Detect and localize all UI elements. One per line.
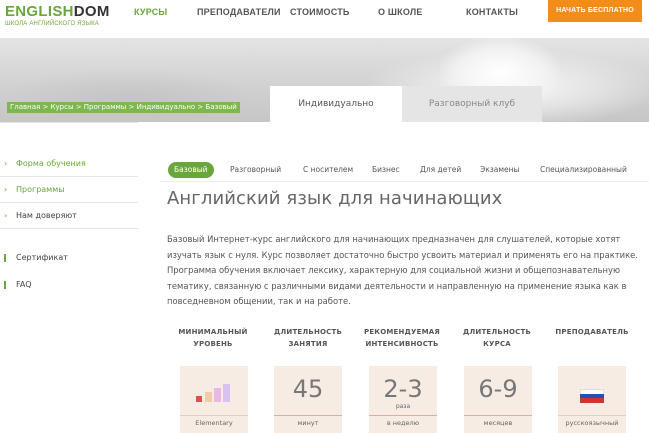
sidebar-item-study-form[interactable]: › Форма обучения (0, 152, 138, 176)
subtab-basic[interactable]: Базовый (168, 162, 214, 178)
nav-item-pricing[interactable]: СТОИМОСТЬ (290, 7, 350, 17)
stat-label-min-level: МИНИМАЛЬНЫЙ УРОВЕНЬ (178, 328, 248, 348)
stat-underline (464, 415, 532, 416)
sidebar-item-label: Нам доверяют (16, 211, 77, 220)
stat-underline (369, 415, 437, 416)
subtab-specialized[interactable]: Специализированный (540, 162, 627, 178)
logo-part1: ENGLISH (5, 3, 74, 20)
stat-label-teacher: ПРЕПОДАВАТЕЛЬ (555, 328, 629, 336)
chevron-right-icon: › (4, 159, 8, 168)
sidebar-divider (0, 202, 138, 203)
stat-value: 6-9 (478, 375, 518, 403)
stat-footer: минут (297, 419, 319, 427)
stat-card-teacher: русскоязычный (558, 366, 626, 433)
stat-value: 2-3 (383, 375, 423, 403)
subtab-exams[interactable]: Экзамены (480, 162, 519, 178)
nav-item-courses[interactable]: КУРСЫ (134, 7, 167, 17)
stat-card-intensity: 2-3 раза в неделю (369, 366, 437, 433)
subtab-business[interactable]: Бизнес (372, 162, 400, 178)
sidebar-item-label: Сертификат (16, 253, 68, 262)
hero-background-shape (0, 68, 260, 122)
nav-item-about[interactable]: О ШКОЛЕ (378, 7, 423, 17)
sidebar-item-label: Программы (16, 185, 65, 194)
stat-footer: месяцев (483, 419, 513, 427)
bar-icon (4, 281, 6, 289)
breadcrumb[interactable]: Главная > Курсы > Программы > Индивидуал… (7, 102, 240, 113)
logo[interactable]: ENGLISHDOM ШКОЛА АНГЛИЙСКОГО ЯЗЫКА (5, 4, 110, 28)
stat-label-lesson-duration: ДЛИТЕЛЬНОСТЬ ЗАНЯТИЯ (273, 328, 343, 348)
chevron-right-icon: › (4, 211, 8, 220)
nav-item-teachers[interactable]: ПРЕПОДАВАТЕЛИ (197, 7, 281, 17)
sidebar-item-label: Форма обучения (16, 159, 86, 168)
bar-icon (4, 254, 6, 262)
stat-card-course-duration: 6-9 месяцев (464, 366, 532, 433)
level-bar (223, 384, 230, 402)
level-bar (214, 388, 221, 402)
sidebar-item-certificate[interactable]: Сертификат (0, 246, 138, 270)
level-bar (196, 396, 202, 402)
subtabs-divider (160, 181, 649, 182)
sidebar-divider (0, 228, 138, 229)
stat-label-course-duration: ДЛИТЕЛЬНОСТЬ КУРСА (462, 328, 532, 348)
stat-label-intensity: РЕКОМЕНДУЕМАЯ ИНТЕНСИВНОСТЬ (364, 328, 440, 348)
nav-item-contacts[interactable]: КОНТАКТЫ (466, 7, 518, 17)
page-title: Английский язык для начинающих (167, 188, 503, 209)
sidebar-item-trust[interactable]: › Нам доверяют (0, 204, 138, 228)
logo-part2: DOM (73, 3, 110, 20)
course-description: Базовый Интернет-курс английского для на… (167, 234, 638, 307)
subtab-conversational[interactable]: Разговорный (230, 162, 281, 178)
stat-card-min-level: Elementary (180, 366, 248, 433)
sidebar-item-faq[interactable]: FAQ (0, 273, 138, 297)
subtab-kids[interactable]: Для детей (420, 162, 461, 178)
sidebar-divider (0, 122, 138, 123)
level-bar (205, 392, 212, 402)
tab-individual[interactable]: Индивидуально (270, 86, 402, 122)
stat-card-lesson-duration: 45 минут (274, 366, 342, 433)
stat-underline (558, 415, 626, 416)
stat-unit: раза (395, 403, 411, 410)
sidebar-item-programs[interactable]: › Программы (0, 178, 138, 202)
stat-footer: русскоязычный (565, 419, 619, 427)
sidebar-divider (0, 176, 138, 177)
stat-footer: в неделю (386, 419, 420, 427)
tab-speaking-club[interactable]: Разговорный клуб (402, 86, 542, 122)
subtab-native-speaker[interactable]: С носителем (303, 162, 353, 178)
stat-underline (274, 415, 342, 416)
sidebar-item-label: FAQ (16, 280, 32, 289)
stat-underline (180, 415, 248, 416)
russian-flag-icon (580, 389, 604, 403)
chevron-right-icon: › (4, 185, 8, 194)
logo-tagline: ШКОЛА АНГЛИЙСКОГО ЯЗЫКА (5, 21, 99, 27)
start-free-button[interactable]: НАЧАТЬ БЕСПЛАТНО (548, 0, 642, 22)
stat-footer: Elementary (195, 419, 233, 427)
stat-value: 45 (292, 375, 324, 403)
site-header: ENGLISHDOM ШКОЛА АНГЛИЙСКОГО ЯЗЫКА КУРСЫ… (0, 0, 649, 38)
logo-text: ENGLISHDOM (5, 4, 110, 20)
